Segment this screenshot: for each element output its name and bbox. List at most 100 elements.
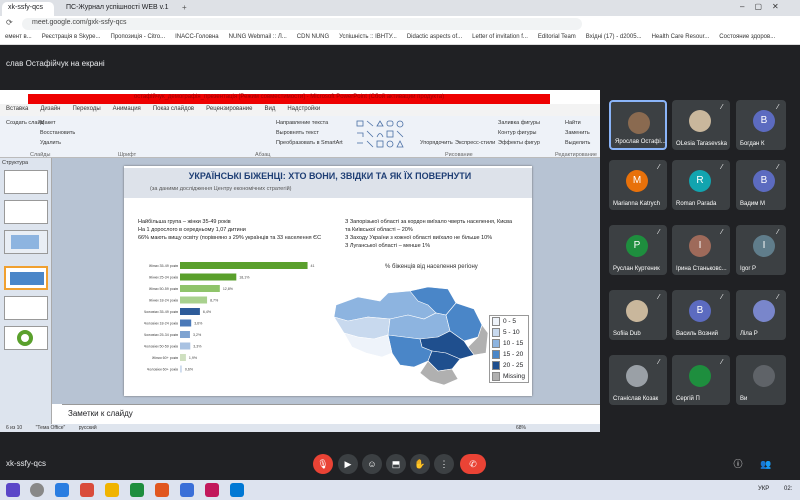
align-text-button[interactable]: Выровнять текст: [276, 130, 319, 136]
mic-off-icon[interactable]: 🎙: [313, 454, 333, 474]
avatar: M: [626, 170, 648, 192]
shape-effects-button[interactable]: Эффекты фигур: [498, 140, 540, 146]
new-slide-button[interactable]: Создать слайд: [6, 120, 44, 126]
participant-tile[interactable]: P ⁄ Руслан Куртеник: [609, 225, 667, 275]
emoji-icon[interactable]: ☺: [362, 454, 382, 474]
participant-tile[interactable]: B ⁄ Василь Возний: [672, 290, 730, 340]
theme-label: "Тема Office": [35, 425, 66, 431]
participant-tile[interactable]: I ⁄ Igor P: [736, 225, 786, 275]
menu-item[interactable]: Вставка: [0, 104, 34, 114]
participant-tile[interactable]: ⁄ Сергій П: [672, 355, 730, 405]
structure-tab[interactable]: Структура: [2, 160, 28, 166]
shape-outline-button[interactable]: Контур фигуры: [498, 130, 536, 136]
zoom-level[interactable]: 68%: [510, 424, 532, 432]
participant-tile[interactable]: Ярослав Остафі...: [609, 100, 667, 150]
participant-tile[interactable]: M ⁄ Marianna Katrych: [609, 160, 667, 210]
bookmark-item[interactable]: Letter of invitation f...: [467, 32, 533, 42]
bookmark-item[interactable]: Health Care Resour...: [647, 32, 715, 42]
slide-thumbnail[interactable]: [4, 230, 48, 254]
bar: [180, 296, 208, 304]
raise-hand-icon[interactable]: ✋: [410, 454, 430, 474]
info-icon[interactable]: ⓘ: [728, 454, 748, 474]
participant-tile[interactable]: Ви: [736, 355, 786, 405]
tab-meet[interactable]: xk-ssfy-qcs: [2, 2, 54, 16]
bookmark-item[interactable]: CDN NUNG: [292, 32, 334, 42]
menu-item[interactable]: Рецензирование: [200, 104, 258, 114]
camera-icon[interactable]: ▶: [338, 454, 358, 474]
reload-icon[interactable]: ⟳: [6, 18, 13, 27]
slide-thumbnail[interactable]: [4, 170, 48, 194]
tray-clock: 02:: [784, 486, 793, 492]
taskbar-app-icon[interactable]: [130, 483, 144, 497]
people-icon[interactable]: 👥: [756, 454, 776, 474]
menu-item[interactable]: Дизайн: [34, 104, 66, 114]
participant-tile[interactable]: R ⁄ Roman Parada: [672, 160, 730, 210]
bullets-right: З Запорізької області за кордон виїхало …: [345, 218, 515, 250]
start-icon[interactable]: [6, 483, 20, 497]
replace-button[interactable]: Заменить: [565, 130, 590, 136]
participant-tile[interactable]: ⁄ OLesia Tarasevska: [672, 100, 730, 150]
legend-swatch: [492, 339, 500, 348]
arrange-button[interactable]: Упорядочить: [420, 140, 453, 146]
bookmark-item[interactable]: Didactic aspects of...: [402, 32, 467, 42]
slide-thumbnail[interactable]: [4, 200, 48, 224]
slide-thumbnail[interactable]: [4, 326, 48, 350]
menu-item[interactable]: Вид: [258, 104, 281, 114]
bookmark-item[interactable]: Состояние здоров...: [714, 32, 780, 42]
taskbar-app-icon[interactable]: [180, 483, 194, 497]
taskbar-app-icon[interactable]: [55, 483, 69, 497]
taskbar-app-icon[interactable]: [155, 483, 169, 497]
quick-styles-button[interactable]: Экспресс-стили: [455, 140, 495, 146]
end-call-icon[interactable]: ✆: [460, 454, 486, 474]
layout-button[interactable]: Макет: [40, 120, 56, 126]
present-icon[interactable]: ⬒: [386, 454, 406, 474]
smartart-button[interactable]: Преобразовать в SmartArt: [276, 140, 343, 146]
slide-thumbnail[interactable]: [4, 296, 48, 320]
tab-journal[interactable]: ПС-Журнал успішності WEB v.1: [60, 2, 175, 16]
more-options-icon[interactable]: ⋮: [434, 454, 454, 474]
taskbar-app-icon[interactable]: [230, 483, 244, 497]
taskbar-app-icon[interactable]: [80, 483, 94, 497]
participant-tile[interactable]: B ⁄ Богдан К: [736, 100, 786, 150]
delete-button[interactable]: Удалить: [40, 140, 61, 146]
participant-name: Ви: [740, 396, 748, 402]
bar-value-label: 0,6%: [185, 368, 194, 372]
text-direction-button[interactable]: Направление текста: [276, 120, 328, 126]
slide-thumbnail-active[interactable]: [4, 266, 48, 290]
taskbar-app-icon[interactable]: [105, 483, 119, 497]
select-button[interactable]: Выделить: [565, 140, 590, 146]
bookmark-item[interactable]: Успішність :: ІВНТУ...: [334, 32, 402, 42]
bookmark-item[interactable]: Вхідні (17) - d2005...: [581, 32, 647, 42]
participant-tile[interactable]: ⁄ Sofiia Dub: [609, 290, 667, 340]
legend-label: 10 - 15: [503, 340, 524, 347]
participant-tile[interactable]: I ⁄ Ірина Станьковс...: [672, 225, 730, 275]
shape-fill-button[interactable]: Заливка фигуры: [498, 120, 540, 126]
slide-title: УКРАЇНСЬКІ БІЖЕНЦІ: ХТО ВОНИ, ЗВІДКИ ТА …: [188, 171, 472, 181]
legend-item: 15 - 20: [490, 349, 528, 360]
menu-item[interactable]: Надстройки: [281, 104, 326, 114]
bookmark-item[interactable]: NUNG Webmail :: Л...: [224, 32, 292, 42]
tray-language: УКР: [758, 486, 770, 492]
menu-item[interactable]: Переходы: [66, 104, 106, 114]
participant-tile[interactable]: ⁄ Станіслав Козак: [609, 355, 667, 405]
bookmark-item[interactable]: INACC-Головна: [170, 32, 223, 42]
menu-item[interactable]: Анимация: [107, 104, 147, 114]
find-button[interactable]: Найти: [565, 120, 581, 126]
new-tab-icon[interactable]: +: [182, 3, 187, 12]
menu-item[interactable]: Показ слайдов: [147, 104, 200, 114]
ppt-ribbon: Создать слайд Макет Восстановить Удалить…: [0, 116, 600, 158]
participant-tile[interactable]: ⁄ Ліла Р: [736, 290, 786, 340]
window-controls[interactable]: –▢✕: [740, 2, 789, 11]
shapes-gallery[interactable]: [355, 119, 415, 149]
bookmark-item[interactable]: Пропозиція - Citro...: [106, 32, 171, 42]
reset-button[interactable]: Восстановить: [40, 130, 75, 136]
address-bar[interactable]: meet.google.com/gxk-ssfy-qcs: [22, 18, 582, 30]
taskbar-app-icon[interactable]: [205, 483, 219, 497]
legend-item: Missing: [490, 371, 528, 382]
search-icon[interactable]: [30, 483, 44, 497]
bookmark-item[interactable]: Editorial Team: [533, 32, 581, 42]
bookmark-item[interactable]: емент в...: [0, 32, 37, 42]
slide-notes[interactable]: Заметки к слайду: [62, 404, 600, 424]
bookmark-item[interactable]: Реєстрація в Skype...: [37, 32, 106, 42]
participant-tile[interactable]: B ⁄ Вадим М: [736, 160, 786, 210]
